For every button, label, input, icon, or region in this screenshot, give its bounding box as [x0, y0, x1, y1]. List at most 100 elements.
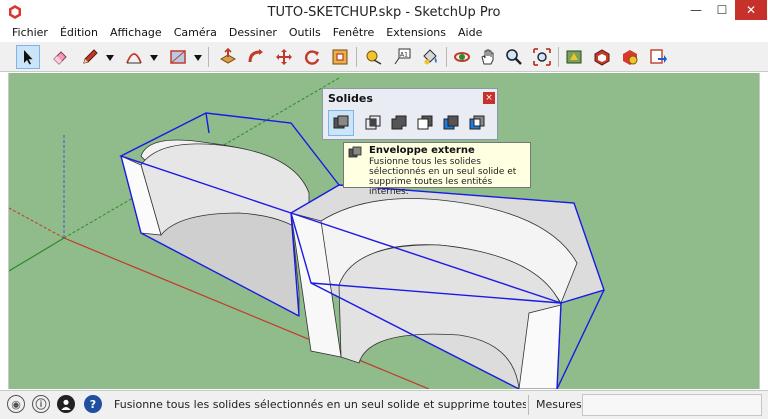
text-icon: A1 — [394, 48, 411, 65]
solides-panel-close-button[interactable]: × — [483, 92, 495, 104]
menu-affichage[interactable]: Affichage — [104, 24, 168, 42]
menu-fichier[interactable]: Fichier — [6, 24, 54, 42]
red-axis-dotted — [9, 207, 65, 239]
user-icon[interactable] — [57, 395, 75, 413]
warehouse-tool-button[interactable] — [562, 45, 586, 69]
menu-outils[interactable]: Outils — [283, 24, 327, 42]
tooltip-title: Enveloppe externe — [369, 145, 475, 156]
subtract-button[interactable] — [412, 110, 438, 136]
offset-icon — [332, 49, 348, 65]
menu-dessiner[interactable]: Dessiner — [223, 24, 283, 42]
tooltip-description: Fusionne tous les solides sélectionnés e… — [369, 157, 517, 197]
paint-bucket-icon — [423, 49, 437, 65]
eraser-icon — [53, 51, 67, 65]
extension-warehouse-icon — [594, 49, 610, 66]
user-glyph-icon — [61, 399, 71, 410]
orbit-tool-button[interactable] — [450, 45, 474, 69]
share-model-tool-button[interactable] — [646, 45, 670, 69]
geo-location-icon[interactable]: ◉ — [7, 395, 25, 413]
rectangle-dropdown-chevron-icon[interactable] — [194, 54, 202, 62]
help-icon[interactable]: ? — [84, 395, 102, 413]
select-icon — [24, 50, 33, 65]
follow-me-tool-button[interactable] — [244, 45, 268, 69]
toolbar-divider — [208, 47, 209, 67]
status-message: Fusionne tous les solides sélectionnés e… — [114, 398, 526, 411]
toolbar-divider — [356, 47, 357, 67]
subtract-icon — [417, 115, 433, 130]
trim-button[interactable] — [438, 110, 464, 136]
arc-tool-button[interactable] — [122, 45, 146, 69]
push-pull-icon — [219, 48, 237, 64]
offset-tool-button[interactable] — [328, 45, 352, 69]
union-button[interactable] — [386, 110, 412, 136]
pencil-icon — [83, 49, 98, 64]
arc-dropdown-chevron-icon[interactable] — [150, 54, 158, 62]
pan-tool-button[interactable] — [476, 45, 500, 69]
tape-measure-tool-button[interactable] — [362, 45, 386, 69]
intersect-button[interactable] — [360, 110, 386, 136]
toolbar-divider — [558, 47, 559, 67]
status-bar: ◉ ⓘ ? Fusionne tous les solides sélectio… — [0, 390, 768, 419]
move-icon — [276, 49, 292, 65]
pan-icon — [481, 49, 494, 65]
window-title: TUTO-SKETCHUP.skp - SketchUp Pro — [267, 5, 501, 20]
zoom-tool-button[interactable] — [502, 45, 526, 69]
split-icon — [469, 115, 485, 130]
paint-bucket-tool-button[interactable] — [418, 45, 442, 69]
zoom-icon — [506, 49, 522, 65]
arch-solid-front[interactable] — [290, 184, 605, 389]
rectangle-icon — [170, 50, 186, 64]
menu-edition[interactable]: Édition — [54, 24, 104, 42]
outer-shell-icon — [333, 115, 349, 129]
zoom-extents-tool-button[interactable] — [530, 45, 554, 69]
green-axis-solid — [9, 237, 65, 272]
title-bar: TUTO-SKETCHUP.skp - SketchUp Pro — ☐ ✕ — [0, 0, 768, 24]
solides-toolbar — [326, 109, 494, 137]
trim-icon — [443, 115, 459, 130]
rotate-tool-button[interactable] — [300, 45, 324, 69]
pencil-dropdown-chevron-icon[interactable] — [106, 54, 114, 62]
arch-solid-back[interactable] — [120, 139, 310, 317]
menu-bar: Fichier Édition Affichage Caméra Dessine… — [0, 24, 768, 42]
zoom-extents-icon — [533, 48, 551, 66]
outer-shell-button[interactable] — [328, 110, 354, 136]
rectangle-tool-button[interactable] — [166, 45, 190, 69]
menu-aide[interactable]: Aide — [452, 24, 488, 42]
measures-input[interactable] — [582, 394, 762, 416]
move-tool-button[interactable] — [272, 45, 296, 69]
credits-icon[interactable]: ⓘ — [32, 395, 50, 413]
menu-extensions[interactable]: Extensions — [380, 24, 452, 42]
orbit-icon — [454, 52, 470, 62]
push-pull-tool-button[interactable] — [216, 45, 240, 69]
close-window-button[interactable]: ✕ — [735, 0, 767, 20]
toolbar-divider — [446, 47, 447, 67]
rotate-icon — [305, 50, 320, 65]
select-tool-button[interactable] — [16, 45, 40, 69]
intersect-icon — [365, 115, 381, 130]
arc-icon — [126, 53, 142, 64]
extension-warehouse-tool-button[interactable] — [590, 45, 614, 69]
warehouse-icon — [566, 50, 582, 64]
minimize-button[interactable]: — — [683, 0, 709, 20]
split-button[interactable] — [464, 110, 490, 136]
menu-fenetre[interactable]: Fenêtre — [327, 24, 381, 42]
union-icon — [391, 115, 407, 130]
pencil-tool-button[interactable] — [78, 45, 102, 69]
outer-shell-icon — [348, 146, 362, 158]
solides-panel: Solides × — [322, 88, 498, 140]
menu-camera[interactable]: Caméra — [168, 24, 223, 42]
solides-panel-title: Solides — [328, 92, 373, 105]
share-model-icon — [650, 49, 667, 64]
components-tool-button[interactable] — [618, 45, 642, 69]
text-tool-label: A1 — [400, 52, 408, 59]
follow-me-icon — [248, 49, 263, 63]
status-divider — [528, 395, 529, 415]
tape-measure-icon — [366, 50, 382, 65]
measures-label: Mesures — [536, 398, 582, 411]
maximize-button[interactable]: ☐ — [709, 0, 735, 20]
main-toolbar: A1 — [0, 42, 768, 72]
components-icon — [623, 50, 638, 65]
eraser-tool-button[interactable] — [48, 45, 72, 69]
outer-shell-tooltip: Enveloppe externe Fusionne tous les soli… — [343, 142, 531, 197]
text-tool-button[interactable]: A1 — [390, 45, 414, 69]
